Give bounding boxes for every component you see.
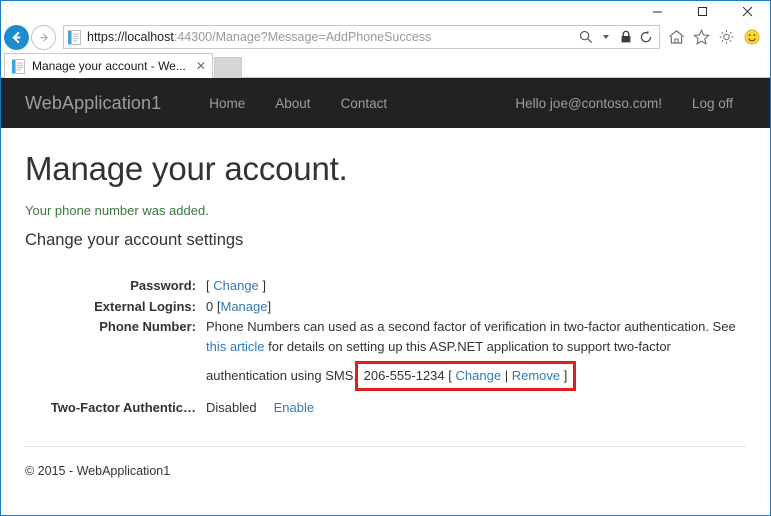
phone-number-text: 206-555-1234 (363, 368, 445, 383)
password-row: Password: [ Change ] (25, 276, 746, 296)
footer-divider (25, 445, 746, 447)
separator: | (504, 368, 509, 383)
account-settings-list: Password: [ Change ] External Logins: 0 … (25, 276, 746, 418)
forward-button[interactable] (31, 24, 56, 50)
tab-title: Manage your account - We... (32, 59, 186, 73)
manage-external-logins-link[interactable]: Manage (220, 299, 267, 314)
nav-link-about[interactable]: About (260, 96, 325, 111)
browser-tab[interactable]: Manage your account - We... ✕ (4, 53, 213, 78)
settings-gear-icon[interactable] (716, 26, 737, 48)
password-value: [ Change ] (206, 276, 746, 296)
external-logins-label: External Logins: (94, 298, 196, 314)
tab-close-icon[interactable]: ✕ (194, 59, 208, 73)
phone-number-highlight-box: 206-555-1234 [ Change | Remove ] (354, 361, 577, 391)
maximize-button[interactable] (680, 1, 725, 22)
phone-number-label: Phone Number: (99, 319, 196, 334)
nav-link-contact[interactable]: Contact (326, 96, 403, 111)
bracket-close: ] (267, 298, 272, 314)
address-bar[interactable]: https://localhost:44300/Manage?Message=A… (63, 25, 660, 49)
bracket-close: ] (563, 368, 568, 383)
two-factor-state: Disabled (206, 400, 257, 415)
change-password-link[interactable]: Change (213, 278, 259, 293)
chevron-down-icon[interactable] (597, 27, 615, 47)
close-window-button[interactable] (725, 1, 770, 22)
refresh-icon[interactable] (637, 27, 655, 47)
smiley-feedback-icon[interactable] (741, 26, 762, 48)
remove-phone-link[interactable]: Remove (512, 368, 560, 383)
back-button[interactable] (4, 24, 29, 50)
search-icon[interactable] (577, 27, 595, 47)
user-greeting-link[interactable]: Hello joe@contoso.com! (500, 96, 677, 111)
password-label: Password: (130, 278, 196, 293)
phone-number-row: Phone Number: Phone Numbers can used as … (25, 317, 746, 391)
page-viewport: WebApplication1 Home About Contact Hello… (1, 78, 770, 515)
home-icon[interactable] (666, 26, 687, 48)
phone-number-value: Phone Numbers can used as a second facto… (206, 317, 746, 391)
change-phone-link[interactable]: Change (456, 368, 502, 383)
browser-toolbar-icons (666, 26, 762, 48)
url-host: https://localhost (87, 30, 174, 44)
enable-two-factor-link[interactable]: Enable (274, 400, 314, 415)
lock-icon[interactable] (617, 27, 635, 47)
bracket-open: [ (448, 368, 452, 383)
new-tab-button[interactable] (213, 57, 242, 78)
page-footer: © 2015 - WebApplication1 (25, 463, 171, 478)
bracket-close: ] (262, 278, 267, 293)
site-nav-user-area: Hello joe@contoso.com! Log off (500, 96, 770, 111)
site-navbar: WebApplication1 Home About Contact Hello… (1, 78, 770, 128)
two-factor-label: Two-Factor Authentic… (50, 400, 196, 415)
back-arrow-icon (12, 31, 21, 43)
maximize-icon (698, 7, 707, 16)
window-titlebar (1, 0, 770, 22)
two-factor-value: Disabled Enable (206, 398, 746, 418)
address-bar-url[interactable]: https://localhost:44300/Manage?Message=A… (87, 26, 577, 48)
page-favicon-icon (68, 29, 81, 45)
browser-chrome: https://localhost:44300/Manage?Message=A… (1, 0, 770, 78)
this-article-link[interactable]: this article (206, 339, 265, 354)
site-nav-links: Home About Contact (194, 96, 402, 111)
external-logins-row: External Logins: 0 [Manage] (25, 297, 746, 317)
log-off-link[interactable]: Log off (677, 96, 748, 111)
browser-window: https://localhost:44300/Manage?Message=A… (0, 0, 771, 516)
tab-favicon-icon (12, 58, 25, 74)
site-brand[interactable]: WebApplication1 (25, 93, 161, 114)
page-subheading: Change your account settings (25, 231, 244, 249)
bracket-open: [ (206, 278, 210, 293)
external-logins-count: 0 (206, 298, 214, 314)
url-path: :44300/Manage?Message=AddPhoneSuccess (173, 30, 432, 44)
favorites-star-icon[interactable] (691, 26, 712, 48)
external-logins-value: 0 [Manage] (206, 297, 746, 317)
close-icon (742, 6, 753, 17)
page-container: Manage your account. Your phone number w… (1, 150, 770, 478)
page-title: Manage your account. (25, 150, 348, 187)
minimize-icon (653, 11, 662, 13)
success-message: Your phone number was added. (25, 203, 209, 218)
forward-arrow-icon (40, 32, 48, 42)
address-bar-icons (577, 27, 657, 47)
nav-link-home[interactable]: Home (194, 96, 260, 111)
browser-navigation-bar: https://localhost:44300/Manage?Message=A… (1, 22, 770, 52)
two-factor-row: Two-Factor Authentic… Disabled Enable (25, 398, 746, 418)
phone-description-part1: Phone Numbers can used as a second facto… (206, 319, 736, 334)
browser-tab-strip: Manage your account - We... ✕ (1, 52, 770, 78)
minimize-button[interactable] (635, 1, 680, 22)
